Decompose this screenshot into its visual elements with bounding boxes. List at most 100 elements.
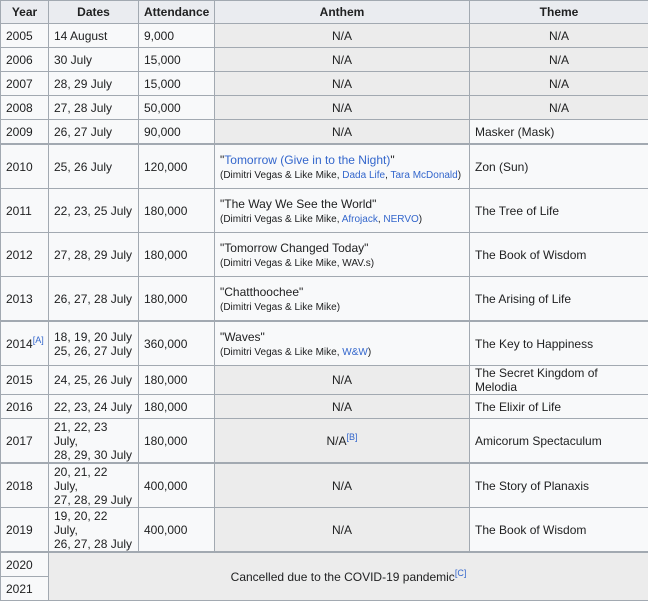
attendance-cell: 90,000: [139, 120, 215, 145]
artist-link[interactable]: Afrojack: [342, 214, 378, 225]
anthem-cell: N/A: [215, 508, 470, 553]
date-line: 27, 28, 29 July: [54, 493, 133, 507]
column-header-theme[interactable]: Theme: [470, 1, 648, 24]
dates-cell: 25, 26 July: [49, 144, 139, 189]
theme-cell: The Book of Wisdom: [470, 508, 648, 553]
cancelled-text: Cancelled due to the COVID-19 pandemic: [231, 570, 455, 584]
theme-cell: The Secret Kingdom of Melodia: [470, 366, 648, 395]
credit-text: ): [458, 170, 461, 181]
theme-cell: The Story of Planaxis: [470, 463, 648, 508]
artist-link[interactable]: Dada Life: [342, 170, 385, 181]
year-cell: 2013: [1, 277, 49, 322]
table-row: 201326, 27, 28 July180,000"Chatthoochee"…: [1, 277, 648, 322]
year-cell: 2012: [1, 233, 49, 277]
artist-link[interactable]: NERVO: [383, 214, 418, 225]
credit-text: ): [368, 347, 371, 358]
table-row: 200630 July15,000N/AN/A: [1, 48, 648, 72]
table-row: 201721, 22, 23 July,28, 29, 30 July180,0…: [1, 419, 648, 464]
column-header-dates[interactable]: Dates: [49, 1, 139, 24]
footnote-link[interactable]: [C]: [455, 568, 467, 578]
anthem-credits: (Dimitri Vegas & Like Mike, Dada Life, T…: [220, 170, 464, 181]
table-row: 201025, 26 July120,000"Tomorrow (Give in…: [1, 144, 648, 189]
footnote-ref[interactable]: [B]: [347, 432, 358, 442]
footnote-link[interactable]: [A]: [33, 335, 44, 345]
year-cell: 2019: [1, 508, 49, 553]
table-row: 2014[A]18, 19, 20 July25, 26, 27 July360…: [1, 321, 648, 366]
theme-cell: The Tree of Life: [470, 189, 648, 233]
date-line: 19, 20, 22 July,: [54, 509, 133, 537]
year-cell: 2018: [1, 463, 49, 508]
attendance-cell: 400,000: [139, 463, 215, 508]
footnote-link[interactable]: [B]: [347, 432, 358, 442]
anthem-cell: "Tomorrow Changed Today" (Dimitri Vegas &…: [215, 233, 470, 277]
footnote-ref[interactable]: [C]: [455, 568, 467, 578]
credit-text: (Dimitri Vegas & Like Mike, WAV.s): [220, 258, 374, 269]
date-line: 20, 21, 22 July,: [54, 465, 133, 493]
theme-cell: The Arising of Life: [470, 277, 648, 322]
theme-cell: N/A: [470, 48, 648, 72]
date-line: 26, 27, 28 July: [54, 292, 133, 306]
column-header-year[interactable]: Year: [1, 1, 49, 24]
anthem-title-text: Chatthoochee: [224, 285, 299, 299]
table-row: 201122, 23, 25 July180,000"The Way We Se…: [1, 189, 648, 233]
table-row: 201820, 21, 22 July,27, 28, 29 July 400,0…: [1, 463, 648, 508]
dates-cell: 24, 25, 26 July: [49, 366, 139, 395]
artist-link[interactable]: W&W: [342, 347, 368, 358]
year-value: 2008: [6, 101, 33, 115]
year-value: 2019: [6, 523, 33, 537]
theme-cell: The Book of Wisdom: [470, 233, 648, 277]
attendance-cell: 180,000: [139, 233, 215, 277]
date-line: 26, 27, 28 July: [54, 537, 133, 551]
table-body: 200514 August9,000N/AN/A200630 July15,00…: [1, 24, 648, 601]
year-value: 2005: [6, 29, 33, 43]
anthem-title: "Waves": [220, 330, 464, 344]
date-line: 18, 19, 20 July: [54, 330, 133, 344]
dates-cell: 26, 27 July: [49, 120, 139, 145]
attendance-cell: 9,000: [139, 24, 215, 48]
year-cell: 2021: [1, 577, 49, 601]
anthem-credits: (Dimitri Vegas & Like Mike, WAV.s): [220, 258, 464, 269]
year-value: 2007: [6, 77, 33, 91]
year-value: 2011: [6, 204, 32, 218]
column-header-attendance[interactable]: Attendance: [139, 1, 215, 24]
attendance-cell: 120,000: [139, 144, 215, 189]
credit-text: ): [419, 214, 422, 225]
dates-cell: 28, 29 July: [49, 72, 139, 96]
attendance-cell: 180,000: [139, 189, 215, 233]
table-row: 201622, 23, 24 July180,000N/AThe Elixir …: [1, 395, 648, 419]
date-line: 28, 29 July: [54, 77, 133, 91]
theme-cell: Masker (Mask): [470, 120, 648, 145]
anthem-cell: N/A: [215, 48, 470, 72]
credit-text: (Dimitri Vegas & Like Mike,: [220, 170, 342, 181]
attendance-cell: 50,000: [139, 96, 215, 120]
anthem-cell: "The Way We See the World" (Dimitri Vegas…: [215, 189, 470, 233]
attendance-cell: 180,000: [139, 366, 215, 395]
anthem-cell: "Tomorrow (Give in to the Night)"(Dimitr…: [215, 144, 470, 189]
dates-cell: 22, 23, 25 July: [49, 189, 139, 233]
table-row: 200514 August9,000N/AN/A: [1, 24, 648, 48]
dates-cell: 27, 28 July: [49, 96, 139, 120]
dates-cell: 22, 23, 24 July: [49, 395, 139, 419]
year-value: 2017: [6, 434, 33, 448]
anthem-na: N/A: [332, 400, 352, 414]
anthem-cell: N/A: [215, 463, 470, 508]
anthem-na: N/A: [332, 101, 352, 115]
footnote-ref[interactable]: [A]: [33, 335, 44, 345]
anthem-credits: (Dimitri Vegas & Like Mike): [220, 302, 464, 313]
year-cell: 2015: [1, 366, 49, 395]
year-cell: 2011: [1, 189, 49, 233]
column-header-anthem[interactable]: Anthem: [215, 1, 470, 24]
anthem-title: "Tomorrow Changed Today": [220, 241, 464, 255]
events-table: Year Dates Attendance Anthem Theme 2005 1…: [0, 0, 648, 601]
anthem-title: "The Way We See the World": [220, 197, 464, 211]
attendance-cell: 180,000: [139, 277, 215, 322]
date-line: 28, 29, 30 July: [54, 448, 133, 462]
artist-link[interactable]: Tara McDonald: [390, 170, 457, 181]
anthem-link[interactable]: Tomorrow (Give in to the Night): [224, 153, 390, 167]
attendance-cell: 180,000: [139, 419, 215, 464]
anthem-credits: (Dimitri Vegas & Like Mike, Afrojack, NE…: [220, 214, 464, 225]
dates-cell: 14 August: [49, 24, 139, 48]
credit-text: (Dimitri Vegas & Like Mike): [220, 302, 340, 313]
table-row: 200926, 27 July90,000N/AMasker (Mask): [1, 120, 648, 145]
anthem-cell: N/A: [215, 24, 470, 48]
